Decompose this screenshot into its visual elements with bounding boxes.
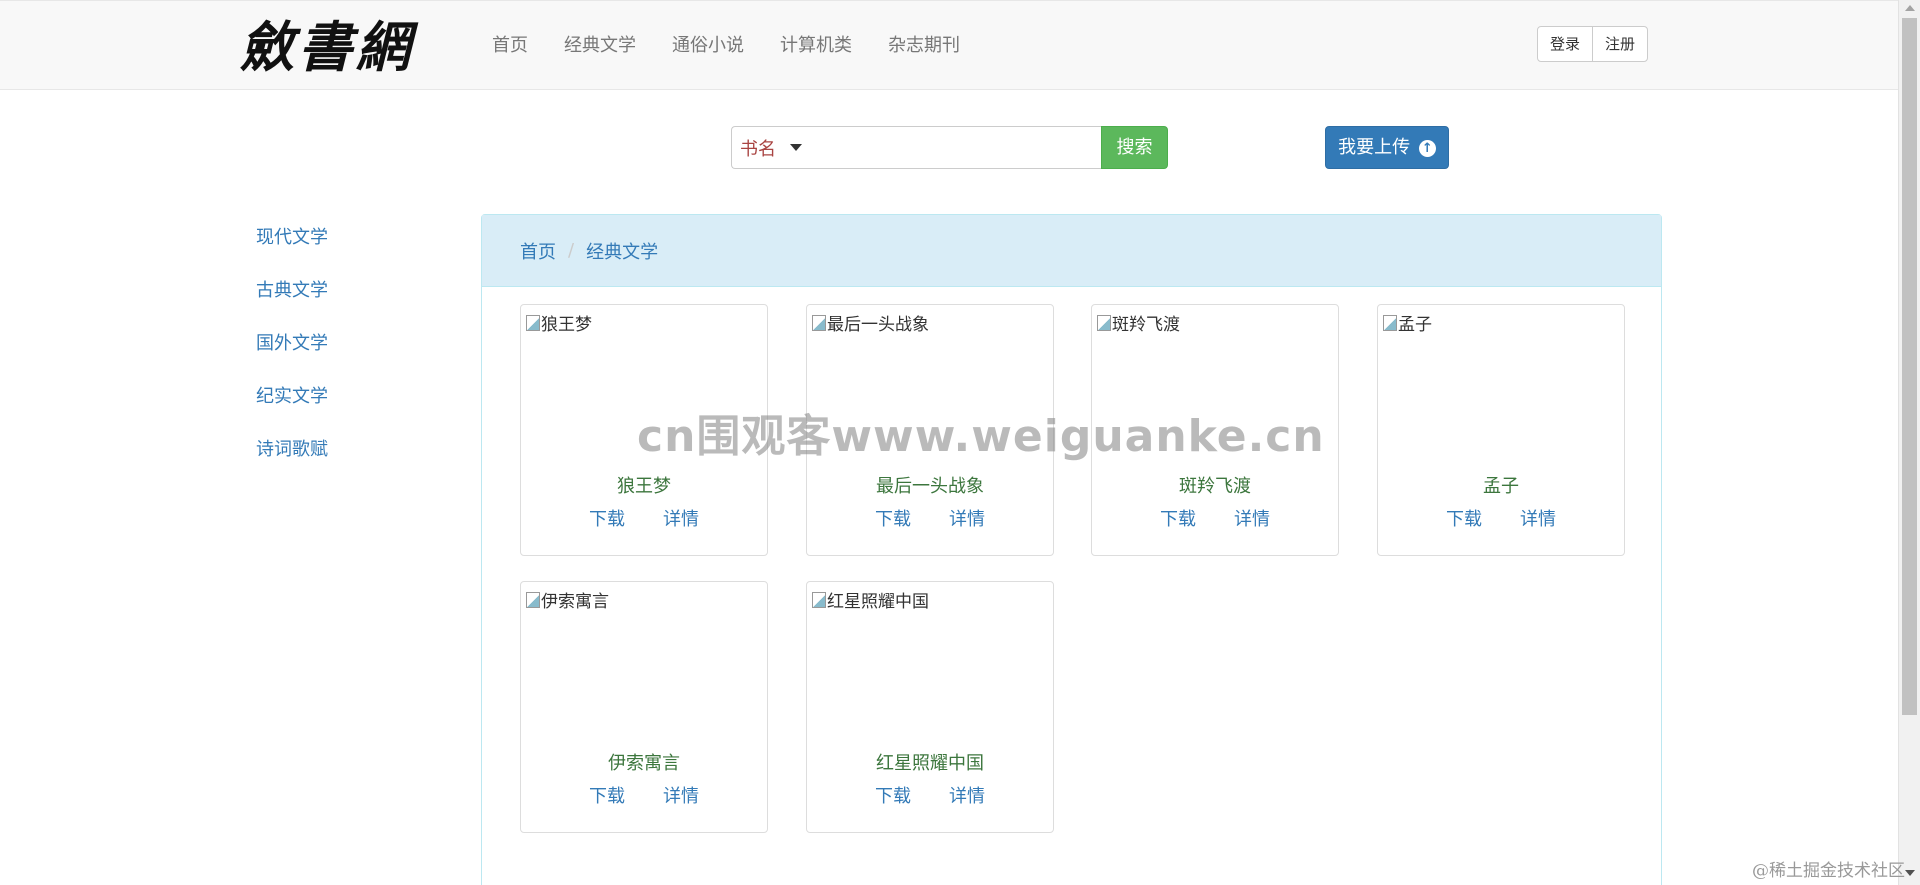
book-title: 最后一头战象	[876, 476, 984, 497]
book-card: 红星照耀中国 红星照耀中国 下载 详情	[806, 581, 1054, 833]
book-cover-image[interactable]: 狼王梦	[526, 310, 592, 335]
sidebar-item-modern-literature[interactable]: 现代文学	[256, 216, 328, 269]
top-navbar: 斂書網 首页 经典文学 通俗小说 计算机类 杂志期刊 登录 注册	[0, 0, 1898, 90]
main-nav: 首页 经典文学 通俗小说 计算机类 杂志期刊	[474, 1, 978, 91]
book-cover-image[interactable]: 伊索寓言	[526, 587, 609, 612]
book-cover-alt: 伊索寓言	[541, 592, 609, 612]
book-title: 孟子	[1483, 476, 1519, 497]
book-cover-alt: 最后一头战象	[827, 315, 929, 335]
book-title: 红星照耀中国	[876, 753, 984, 774]
site-logo[interactable]: 斂書網	[240, 15, 414, 79]
sidebar-item-ancient-literature[interactable]: 古典文学	[256, 269, 328, 322]
book-actions: 下载 详情	[807, 782, 1053, 808]
book-list-panel: 首页 / 经典文学 狼王梦 狼王梦 下载 详情 最后一头战象 最后一头战象 下载…	[481, 214, 1662, 885]
breadcrumb-current[interactable]: 经典文学	[586, 238, 658, 264]
book-card: 孟子 孟子 下载 详情	[1377, 304, 1625, 556]
detail-link[interactable]: 详情	[663, 782, 699, 808]
nav-computer[interactable]: 计算机类	[762, 1, 870, 91]
download-link[interactable]: 下载	[589, 505, 625, 531]
breadcrumb-separator: /	[568, 240, 575, 261]
book-cover-image[interactable]: 最后一头战象	[812, 310, 929, 335]
login-button[interactable]: 登录	[1537, 26, 1594, 62]
book-cover-image[interactable]: 红星照耀中国	[812, 587, 929, 612]
book-title: 狼王梦	[617, 476, 671, 497]
detail-link[interactable]: 详情	[663, 505, 699, 531]
nav-popular-fiction[interactable]: 通俗小说	[654, 1, 762, 91]
book-cover-alt: 孟子	[1398, 315, 1432, 335]
search-type-select[interactable]: 书名	[740, 135, 776, 161]
auth-button-group: 登录 注册	[1537, 26, 1649, 62]
book-title: 伊索寓言	[608, 753, 680, 774]
nav-home[interactable]: 首页	[474, 1, 546, 91]
download-link[interactable]: 下载	[1160, 505, 1196, 531]
download-link[interactable]: 下载	[875, 505, 911, 531]
detail-link[interactable]: 详情	[949, 505, 985, 531]
arrow-up-circle-icon: ↑	[1418, 140, 1436, 157]
credit-watermark: @稀土掘金技术社区	[1752, 861, 1905, 881]
detail-link[interactable]: 详情	[1520, 505, 1556, 531]
book-card: 伊索寓言 伊索寓言 下载 详情	[520, 581, 768, 833]
download-link[interactable]: 下载	[1446, 505, 1482, 531]
sidebar-item-documentary-literature[interactable]: 纪实文学	[256, 375, 328, 428]
search-field[interactable]: 书名	[731, 126, 1101, 169]
book-cover-image[interactable]: 孟子	[1383, 310, 1432, 335]
broken-image-icon	[812, 314, 826, 331]
sidebar-item-foreign-literature[interactable]: 国外文学	[256, 322, 328, 375]
scroll-down-icon[interactable]	[1905, 870, 1915, 876]
nav-magazines[interactable]: 杂志期刊	[870, 1, 978, 91]
breadcrumb-home[interactable]: 首页	[520, 238, 556, 264]
book-actions: 下载 详情	[807, 505, 1053, 531]
nav-classic-literature[interactable]: 经典文学	[546, 1, 654, 91]
category-sidebar: 现代文学 古典文学 国外文学 纪实文学 诗词歌赋	[256, 216, 328, 481]
book-cover-image[interactable]: 斑羚飞渡	[1097, 310, 1180, 335]
book-actions: 下载 详情	[521, 505, 767, 531]
book-actions: 下载 详情	[1378, 505, 1624, 531]
book-cover-alt: 红星照耀中国	[827, 592, 929, 612]
caret-down-icon[interactable]	[790, 144, 802, 151]
detail-link[interactable]: 详情	[949, 782, 985, 808]
broken-image-icon	[526, 314, 540, 331]
book-actions: 下载 详情	[521, 782, 767, 808]
book-actions: 下载 详情	[1092, 505, 1338, 531]
broken-image-icon	[1383, 314, 1397, 331]
register-button[interactable]: 注册	[1592, 26, 1649, 62]
download-link[interactable]: 下载	[589, 782, 625, 808]
broken-image-icon	[526, 591, 540, 608]
detail-link[interactable]: 详情	[1234, 505, 1270, 531]
page-scrollbar[interactable]	[1898, 0, 1920, 885]
breadcrumb: 首页 / 经典文学	[482, 215, 1661, 287]
scroll-up-icon[interactable]	[1905, 5, 1915, 11]
search-button[interactable]: 搜索	[1101, 126, 1168, 169]
search-group: 书名 搜索	[731, 126, 1168, 169]
broken-image-icon	[1097, 314, 1111, 331]
broken-image-icon	[812, 591, 826, 608]
sidebar-item-poetry[interactable]: 诗词歌赋	[256, 428, 328, 481]
book-cover-alt: 斑羚飞渡	[1112, 315, 1180, 335]
watermark: cn围观客www.weiguanke.cn	[637, 411, 1325, 462]
upload-button-label: 我要上传	[1338, 137, 1411, 158]
book-title: 斑羚飞渡	[1179, 476, 1251, 497]
book-cover-alt: 狼王梦	[541, 315, 592, 335]
download-link[interactable]: 下载	[875, 782, 911, 808]
scroll-thumb[interactable]	[1902, 18, 1917, 715]
upload-button[interactable]: 我要上传 ↑	[1325, 126, 1449, 169]
